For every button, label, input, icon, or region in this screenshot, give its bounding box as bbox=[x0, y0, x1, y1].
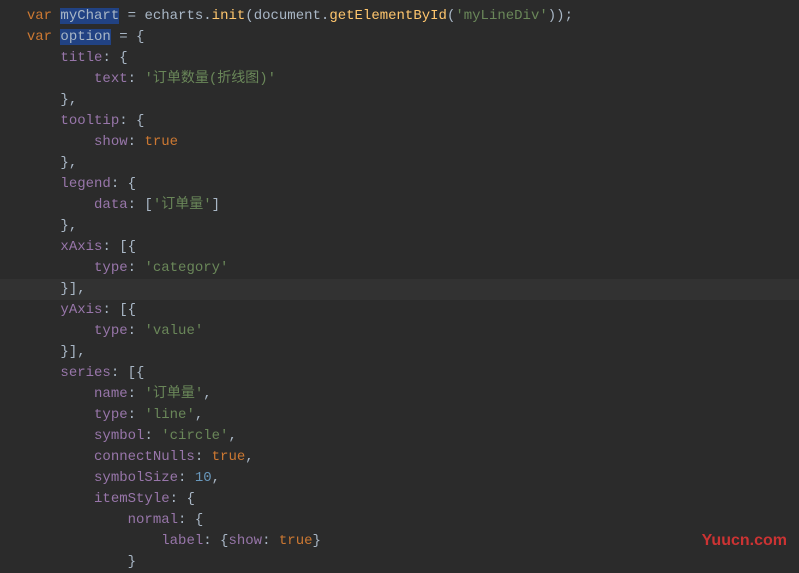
code-line[interactable]: var myChart = echarts.init(document.getE… bbox=[0, 6, 799, 27]
code-line[interactable]: data: ['订单量'] bbox=[0, 195, 799, 216]
code-line[interactable]: name: '订单量', bbox=[0, 384, 799, 405]
code-editor[interactable]: var myChart = echarts.init(document.getE… bbox=[0, 0, 799, 573]
code-line[interactable]: type: 'category' bbox=[0, 258, 799, 279]
code-line[interactable]: itemStyle: { bbox=[0, 489, 799, 510]
code-line[interactable]: }], bbox=[0, 279, 799, 300]
code-line[interactable]: type: 'line', bbox=[0, 405, 799, 426]
code-line[interactable]: normal: { bbox=[0, 510, 799, 531]
code-line[interactable]: symbol: 'circle', bbox=[0, 426, 799, 447]
watermark: Yuucn.com bbox=[702, 530, 787, 551]
code-line[interactable]: text: '订单数量(折线图)' bbox=[0, 69, 799, 90]
code-line[interactable]: }, bbox=[0, 153, 799, 174]
code-line[interactable]: symbolSize: 10, bbox=[0, 468, 799, 489]
code-line[interactable]: } bbox=[0, 552, 799, 573]
code-line[interactable]: label: {show: true} bbox=[0, 531, 799, 552]
code-line[interactable]: var option = { bbox=[0, 27, 799, 48]
code-line[interactable]: type: 'value' bbox=[0, 321, 799, 342]
code-line[interactable]: legend: { bbox=[0, 174, 799, 195]
code-line[interactable]: }, bbox=[0, 90, 799, 111]
code-line[interactable]: connectNulls: true, bbox=[0, 447, 799, 468]
code-line[interactable]: }], bbox=[0, 342, 799, 363]
code-line[interactable]: title: { bbox=[0, 48, 799, 69]
code-line[interactable]: }, bbox=[0, 216, 799, 237]
code-line[interactable]: series: [{ bbox=[0, 363, 799, 384]
code-line[interactable]: xAxis: [{ bbox=[0, 237, 799, 258]
code-line[interactable]: tooltip: { bbox=[0, 111, 799, 132]
code-line[interactable]: show: true bbox=[0, 132, 799, 153]
code-line[interactable]: yAxis: [{ bbox=[0, 300, 799, 321]
